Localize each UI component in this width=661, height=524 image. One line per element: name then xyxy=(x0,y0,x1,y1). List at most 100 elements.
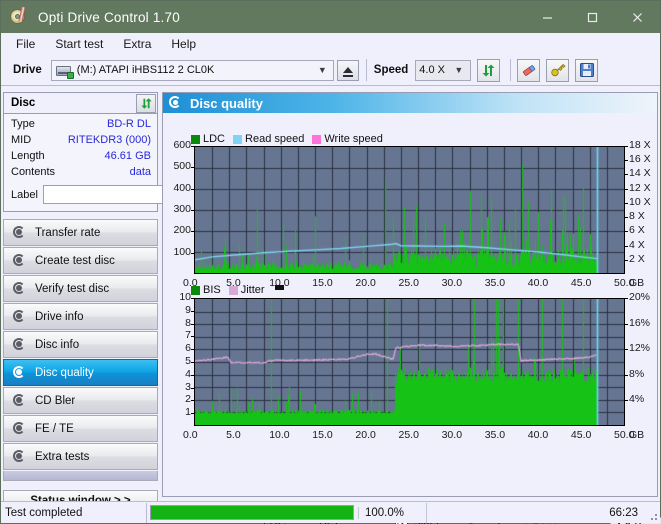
x-tick: 15.0 xyxy=(312,429,333,441)
status-message: Test completed xyxy=(1,502,147,523)
right-panel: Disc quality LDC Read speed Write speed … xyxy=(162,92,661,524)
legend-marker-box xyxy=(274,284,284,290)
drive-select[interactable]: (M:) ATAPI iHBS112 2 CL0K ▼ xyxy=(50,59,334,81)
resize-grip[interactable] xyxy=(647,510,657,520)
eject-icon xyxy=(342,67,353,77)
legend-swatch-jitter xyxy=(228,285,238,295)
x-tick: 25.0 xyxy=(398,277,419,289)
tick-mark xyxy=(191,310,194,312)
speed-select[interactable]: 4.0 X ▼ xyxy=(415,59,472,81)
menu-extra[interactable]: Extra xyxy=(116,35,158,53)
y-tick-right: 12% xyxy=(629,342,651,355)
refresh-button[interactable] xyxy=(477,58,501,82)
sidebar-item-drive-info[interactable]: Drive info xyxy=(3,303,158,330)
close-icon[interactable] xyxy=(615,1,660,33)
elapsed-time: 66:23 xyxy=(426,502,660,523)
tick-mark xyxy=(191,400,194,402)
sidebar-label: FE / TE xyxy=(35,422,74,435)
ldc-legend: LDC Read speed Write speed xyxy=(191,133,388,145)
legend-swatch-read-speed xyxy=(233,134,243,144)
bis-plot-area[interactable] xyxy=(194,298,625,426)
x-tick: 25.0 xyxy=(398,429,419,441)
sidebar-item-disc-quality[interactable]: Disc quality xyxy=(3,359,158,386)
tick-mark xyxy=(625,202,628,204)
speed-select-value: 4.0 X xyxy=(419,64,445,76)
legend-swatch-ldc xyxy=(191,134,200,144)
progress-bar xyxy=(150,505,354,520)
y-tick-left: 400 xyxy=(173,181,191,194)
eject-button[interactable] xyxy=(336,59,359,81)
menu-bar: File Start test Extra Help xyxy=(1,33,660,55)
app-disc-icon xyxy=(9,6,29,27)
key-button[interactable] xyxy=(546,58,570,82)
menu-help[interactable]: Help xyxy=(164,35,203,53)
x-tick: 30.0 xyxy=(441,277,463,289)
tick-mark xyxy=(625,323,628,325)
legend-label-read-speed: Read speed xyxy=(245,133,305,145)
disc-type-label: Type xyxy=(11,118,35,130)
eraser-icon xyxy=(522,65,535,76)
tick-mark xyxy=(191,323,194,325)
y-tick-left: 6 xyxy=(185,342,191,355)
x-tick: 30.0 xyxy=(441,429,463,441)
tick-mark xyxy=(625,259,628,261)
toolbar-divider xyxy=(365,59,367,81)
x-tick: 0.0 xyxy=(183,429,198,441)
x-tick: 15.0 xyxy=(312,277,333,289)
menu-file[interactable]: File xyxy=(9,35,42,53)
eraser-button[interactable] xyxy=(517,58,541,82)
tick-mark xyxy=(191,413,194,415)
sidebar-label: Transfer rate xyxy=(35,226,101,239)
x-tick: 45.0 xyxy=(570,429,592,441)
tick-mark xyxy=(625,217,628,219)
disc-spin-icon xyxy=(12,393,27,408)
legend-label-jitter: Jitter xyxy=(240,284,265,296)
sidebar-filler xyxy=(3,471,158,481)
sidebar-item-create-test-disc[interactable]: Create test disc xyxy=(3,247,158,274)
menu-start-test[interactable]: Start test xyxy=(48,35,110,53)
sidebar-item-transfer-rate[interactable]: Transfer rate xyxy=(3,219,158,246)
sidebar-item-fe-te[interactable]: FE / TE xyxy=(3,415,158,442)
legend-swatch-bis xyxy=(191,285,200,295)
disc-panel-header: Disc xyxy=(3,92,158,114)
x-tick: 35.0 xyxy=(484,277,506,289)
window-title: Opti Drive Control 1.70 xyxy=(38,9,180,25)
x-tick: 5.0 xyxy=(226,429,241,441)
maximize-icon[interactable] xyxy=(570,1,615,33)
tick-mark xyxy=(625,298,628,299)
y-tick-left: 200 xyxy=(173,224,191,237)
tick-mark xyxy=(191,231,194,233)
disc-info-panel: Type BD-R DL MID RITEKDR3 (000) Length 4… xyxy=(3,114,213,212)
sidebar-item-cd-bler[interactable]: CD Bler xyxy=(3,387,158,414)
sidebar-item-verify-test-disc[interactable]: Verify test disc xyxy=(3,275,158,302)
x-axis-unit: GB xyxy=(629,429,645,441)
y-tick-left: 8 xyxy=(185,316,191,329)
disc-refresh-button[interactable] xyxy=(136,93,156,113)
disc-mid-value: RITEKDR3 (000) xyxy=(67,134,151,146)
disc-info-row-mid: MID RITEKDR3 (000) xyxy=(11,134,151,150)
chevron-down-icon: ▼ xyxy=(454,65,464,75)
tick-mark xyxy=(191,167,194,169)
disc-spin-icon xyxy=(12,281,27,296)
disc-quality-icon xyxy=(169,96,183,110)
disc-contents-value: data xyxy=(129,166,151,178)
sidebar-item-extra-tests[interactable]: Extra tests xyxy=(3,443,158,470)
minimize-icon[interactable] xyxy=(525,1,570,33)
y-tick-right: 8% xyxy=(629,367,645,380)
x-tick: 10.0 xyxy=(269,429,290,441)
save-button[interactable] xyxy=(575,58,599,82)
sidebar-label: Disc info xyxy=(35,338,80,351)
ldc-plot-area[interactable] xyxy=(194,146,625,274)
y-tick-left: 3 xyxy=(185,380,191,393)
title-bar: Opti Drive Control 1.70 xyxy=(1,1,660,33)
sidebar-item-disc-info[interactable]: Disc info xyxy=(3,331,158,358)
y-tick-left: 5 xyxy=(185,355,191,367)
tick-mark xyxy=(191,349,194,351)
bis-canvas xyxy=(195,299,624,425)
drive-label: Drive xyxy=(13,64,42,76)
page-title: Disc quality xyxy=(190,95,263,111)
ldc-canvas xyxy=(195,147,624,273)
y-tick-right: 18 X xyxy=(629,139,651,151)
tick-mark xyxy=(191,252,194,254)
opti-drive-control-window: Opti Drive Control 1.70 File Start test … xyxy=(0,0,661,524)
